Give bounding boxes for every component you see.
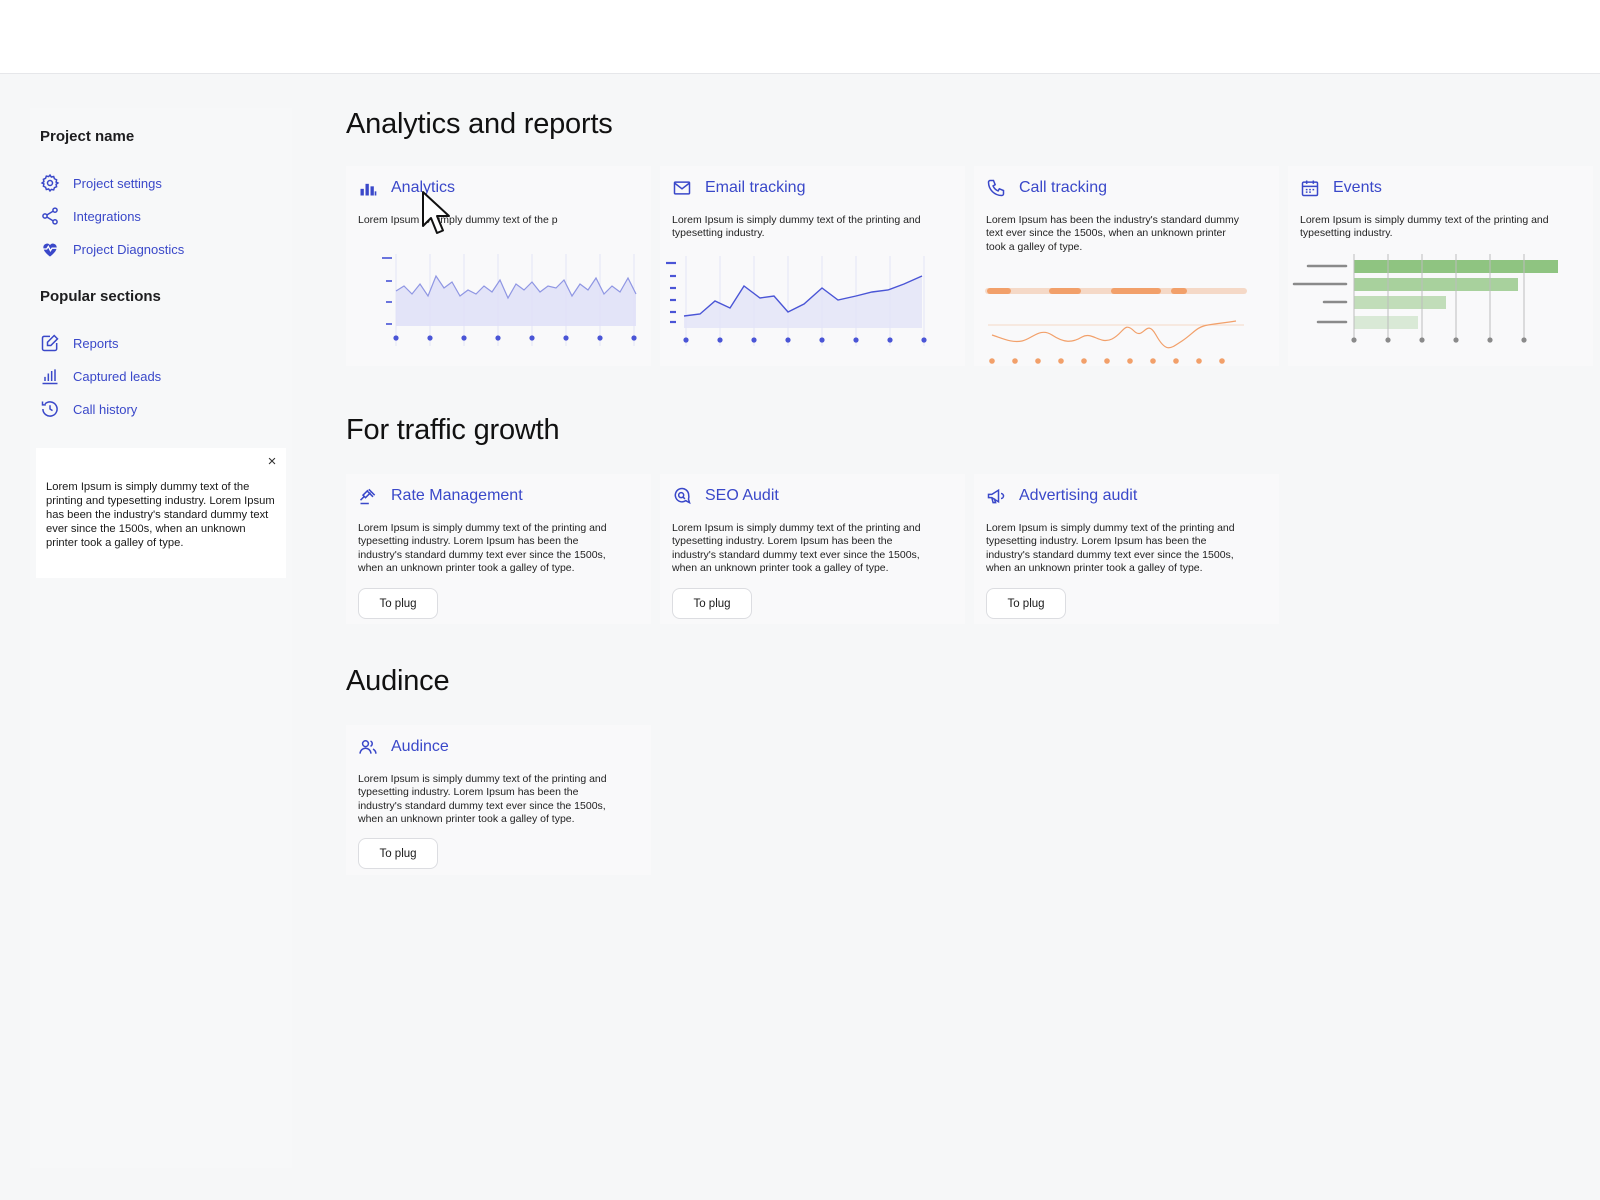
sidebar-item-label: Integrations — [73, 208, 141, 224]
mail-icon — [673, 181, 691, 195]
card-title: SEO Audit — [705, 487, 779, 504]
card-title: Email tracking — [705, 179, 806, 196]
project-name-heading: Project name — [40, 128, 135, 145]
calendar-icon — [1301, 180, 1319, 197]
section-title-audience: Audince — [346, 665, 450, 697]
sidebar-item-label: Call history — [73, 401, 138, 417]
card-description: Lorem Ipsum has been the industry's stan… — [986, 214, 1239, 253]
users-icon — [359, 740, 377, 754]
call-dot-chart — [985, 288, 1247, 364]
card-events-header[interactable]: Events — [1300, 178, 1382, 198]
card-advertising-audit-header[interactable]: Advertising audit — [986, 486, 1137, 506]
info-note: × Lorem Ipsum is simply dummy text of th… — [36, 448, 286, 578]
card-description: Lorem Ipsum is simply dummy text of the … — [358, 522, 607, 574]
report-edit-icon — [41, 334, 59, 352]
heart-pulse-icon — [43, 243, 57, 257]
card-call-tracking[interactable]: Call tracking Lorem Ipsum has been the i… — [974, 166, 1279, 366]
analytics-area-chart — [382, 254, 637, 346]
megaphone-icon — [987, 488, 1005, 504]
bar-chart-icon — [360, 183, 377, 196]
card-title: Rate Management — [391, 487, 523, 504]
card-advertising-audit: Advertising audit Lorem Ipsum is simply … — [974, 474, 1279, 624]
sidebar: Project name Project settings Integratio… — [30, 108, 292, 1168]
card-rate-management-header[interactable]: Rate Management — [358, 486, 523, 506]
card-title: Call tracking — [1019, 179, 1108, 196]
share-nodes-icon — [42, 207, 58, 225]
card-analytics[interactable]: Analytics Lorem Ipsum is simply dummy te… — [346, 166, 651, 366]
top-bar — [0, 0, 1600, 74]
card-description: Lorem Ipsum is simply dummy text of the … — [672, 214, 921, 240]
card-call-tracking-header[interactable]: Call tracking — [986, 178, 1107, 198]
to-plug-button[interactable]: To plug — [358, 838, 438, 869]
card-events[interactable]: Events Lorem Ipsum is simply dummy text … — [1288, 166, 1593, 366]
gavel-icon — [359, 488, 376, 505]
sidebar-item-project-settings[interactable]: Project settings — [40, 171, 162, 195]
card-title: Advertising audit — [1019, 487, 1138, 504]
card-audience-header[interactable]: Audince — [358, 737, 449, 757]
section-title-analytics: Analytics and reports — [346, 108, 613, 140]
card-seo-audit: SEO Audit Lorem Ipsum is simply dummy te… — [660, 474, 965, 624]
card-title: Audince — [391, 738, 449, 755]
card-description: Lorem Ipsum is simply dummy text of the … — [986, 522, 1235, 574]
to-plug-button[interactable]: To plug — [672, 588, 752, 619]
events-bar-chart — [1292, 254, 1558, 343]
sidebar-item-label: Captured leads — [73, 368, 162, 384]
card-rate-management: Rate Management Lorem Ipsum is simply du… — [346, 474, 651, 624]
card-email-tracking[interactable]: Email tracking Lorem Ipsum is simply dum… — [660, 166, 965, 366]
sidebar-item-captured-leads[interactable]: Captured leads — [40, 364, 161, 388]
sidebar-item-label: Project settings — [73, 175, 162, 191]
card-description: Lorem Ipsum is simply dummy text of the … — [1300, 214, 1549, 240]
gear-icon — [40, 173, 60, 193]
card-seo-audit-header[interactable]: SEO Audit — [672, 486, 779, 506]
card-email-tracking-header[interactable]: Email tracking — [672, 178, 805, 198]
search-chat-icon — [674, 487, 691, 505]
to-plug-button[interactable]: To plug — [986, 588, 1066, 619]
bar-chart-icon — [42, 369, 58, 385]
mouse-pointer-icon — [422, 191, 450, 234]
sidebar-item-integrations[interactable]: Integrations — [40, 204, 141, 228]
sidebar-item-reports[interactable]: Reports — [40, 331, 119, 355]
popular-sections-heading: Popular sections — [40, 288, 161, 305]
history-icon — [41, 401, 58, 417]
sidebar-item-label: Project Diagnostics — [73, 241, 185, 257]
close-icon[interactable]: × — [264, 454, 280, 470]
section-title-traffic-growth: For traffic growth — [346, 414, 560, 446]
card-description: Lorem Ipsum is simply dummy text of the … — [358, 214, 558, 226]
email-line-chart — [666, 256, 927, 346]
card-audience: Audince Lorem Ipsum is simply dummy text… — [346, 725, 651, 875]
phone-icon — [987, 179, 1005, 197]
to-plug-button[interactable]: To plug — [358, 588, 438, 619]
sidebar-item-label: Reports — [73, 335, 119, 351]
sidebar-item-call-history[interactable]: Call history — [40, 397, 137, 421]
sidebar-item-project-diagnostics[interactable]: Project Diagnostics — [40, 237, 184, 261]
card-description: Lorem Ipsum is simply dummy text of the … — [672, 522, 921, 574]
card-title: Events — [1333, 179, 1382, 196]
note-text: Lorem Ipsum is simply dummy text of the … — [46, 481, 275, 549]
card-description: Lorem Ipsum is simply dummy text of the … — [358, 773, 607, 825]
